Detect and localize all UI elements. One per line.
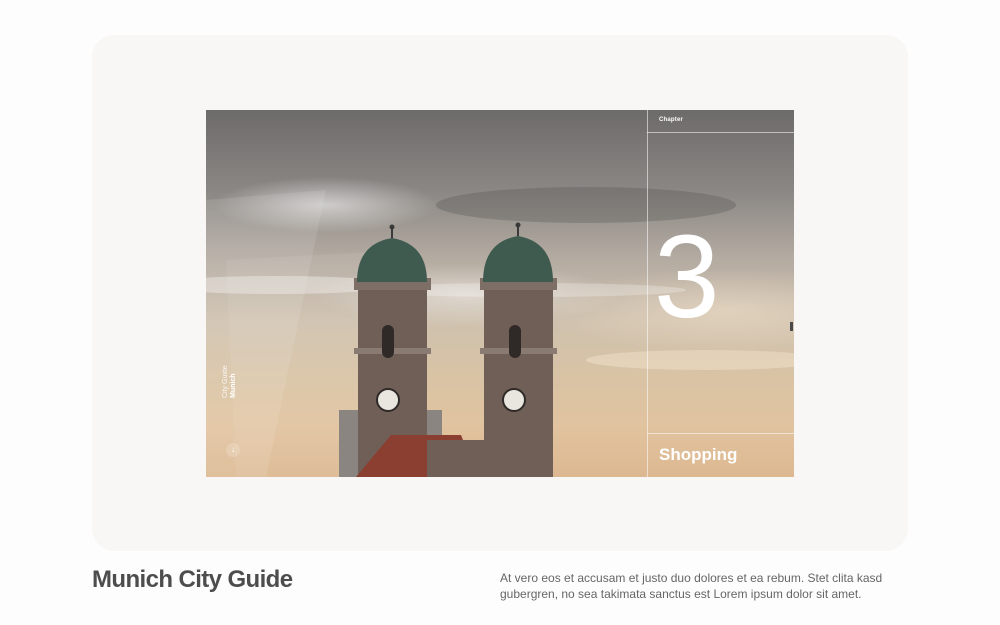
chapter-top-rule <box>647 132 794 133</box>
slider-handle[interactable] <box>790 322 793 331</box>
chapter-number: 3 <box>654 211 720 343</box>
scroll-down-button[interactable]: ↓ <box>226 443 240 457</box>
page-description: At vero eos et accusam et justo duo dolo… <box>500 571 883 601</box>
chapter-label: Chapter <box>659 117 684 123</box>
info-panel-divider <box>647 110 648 477</box>
arrow-down-icon: ↓ <box>231 445 235 454</box>
chapter-name[interactable]: Shopping <box>659 445 737 465</box>
brand-label: City Guide Munich <box>222 365 238 398</box>
brand-title: Munich <box>230 373 237 399</box>
chapter-bottom-rule <box>647 433 794 434</box>
hero-image: Chapter 3 Shopping City Guide Munich ↓ <box>206 110 794 477</box>
page-title: Munich City Guide <box>92 566 293 593</box>
brand-subtitle: City Guide <box>222 365 229 398</box>
